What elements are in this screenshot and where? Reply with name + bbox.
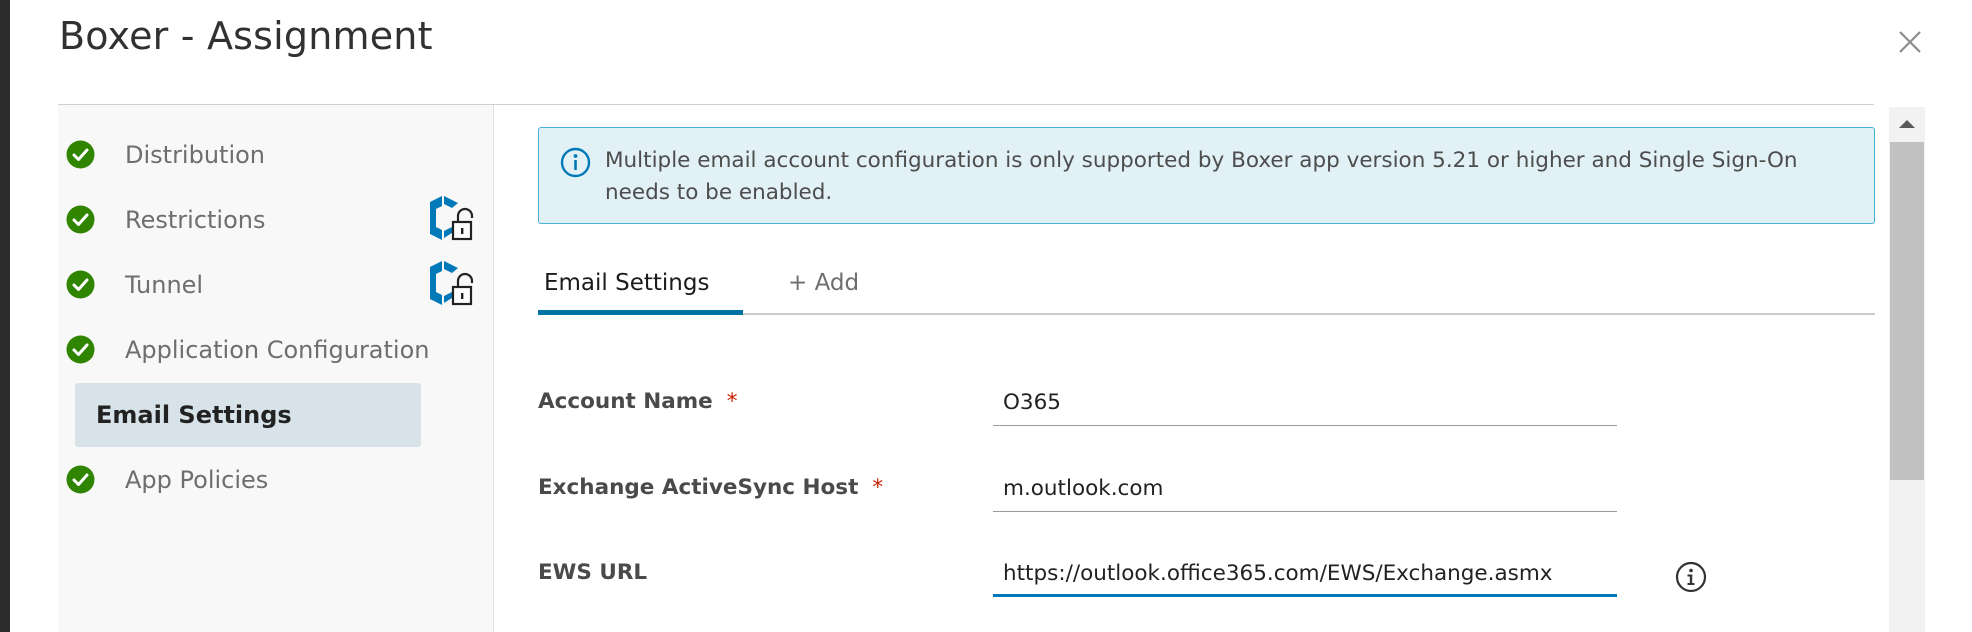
dialog-title: Boxer - Assignment (59, 14, 433, 58)
required-asterisk: * (726, 389, 738, 414)
tab-email-settings[interactable]: Email Settings (538, 257, 743, 315)
sidebar-item-restrictions[interactable]: Restrictions (58, 188, 494, 252)
sidebar-item-email-settings[interactable]: Email Settings (75, 383, 421, 447)
eas-host-label: Exchange ActiveSync Host * (538, 475, 884, 500)
sidebar-item-distribution[interactable]: Distribution (58, 123, 494, 187)
sidebar-item-label: Tunnel (125, 271, 204, 299)
sidebar-item-application-configuration[interactable]: Application Configuration (58, 318, 494, 382)
info-icon[interactable] (1675, 561, 1707, 593)
caret-up-icon (1899, 120, 1915, 128)
tab-add[interactable]: + Add (788, 257, 859, 315)
sidebar-item-tunnel[interactable]: Tunnel (58, 253, 494, 317)
sidebar-item-label: Distribution (125, 141, 266, 169)
sidebar-item-label: Restrictions (125, 206, 266, 234)
eas-host-input[interactable]: m.outlook.com (993, 468, 1617, 512)
info-icon (560, 147, 591, 178)
sidebar-item-label: Application Configuration (125, 336, 430, 364)
ews-url-input[interactable]: https://outlook.office365.com/EWS/Exchan… (993, 553, 1617, 597)
email-tabs: Email Settings + Add (538, 257, 1875, 315)
main-content: Multiple email account configuration is … (495, 105, 1889, 632)
check-circle-icon (66, 335, 95, 364)
account-name-row: Account Name * O365 (538, 382, 1875, 442)
account-name-input[interactable]: O365 (993, 382, 1617, 426)
check-circle-icon (66, 140, 95, 169)
assignment-dialog: Boxer - Assignment Distribution Restrict… (10, 0, 1972, 632)
close-icon (1899, 31, 1921, 53)
sidebar-item-label: Email Settings (96, 401, 292, 429)
info-alert: Multiple email account configuration is … (538, 127, 1875, 224)
scroll-up-button[interactable] (1889, 107, 1925, 141)
wizard-sidebar: Distribution Restrictions Tunnel Applica… (58, 105, 494, 632)
ews-url-label: EWS URL (538, 560, 648, 585)
sidebar-item-app-policies[interactable]: App Policies (58, 448, 494, 512)
check-circle-icon (66, 465, 95, 494)
scrollbar-thumb[interactable] (1890, 142, 1924, 480)
unlocked-padlock-icon (430, 261, 474, 306)
sidebar-item-label: App Policies (125, 466, 269, 494)
ews-url-row: EWS URL https://outlook.office365.com/EW… (538, 553, 1875, 613)
alert-message: Multiple email account configuration is … (605, 148, 1798, 205)
unlocked-padlock-icon (430, 196, 474, 241)
check-circle-icon (66, 270, 95, 299)
check-circle-icon (66, 205, 95, 234)
account-name-label: Account Name * (538, 389, 738, 414)
required-asterisk: * (872, 475, 884, 500)
close-button[interactable] (1890, 22, 1930, 62)
eas-host-row: Exchange ActiveSync Host * m.outlook.com (538, 468, 1875, 528)
